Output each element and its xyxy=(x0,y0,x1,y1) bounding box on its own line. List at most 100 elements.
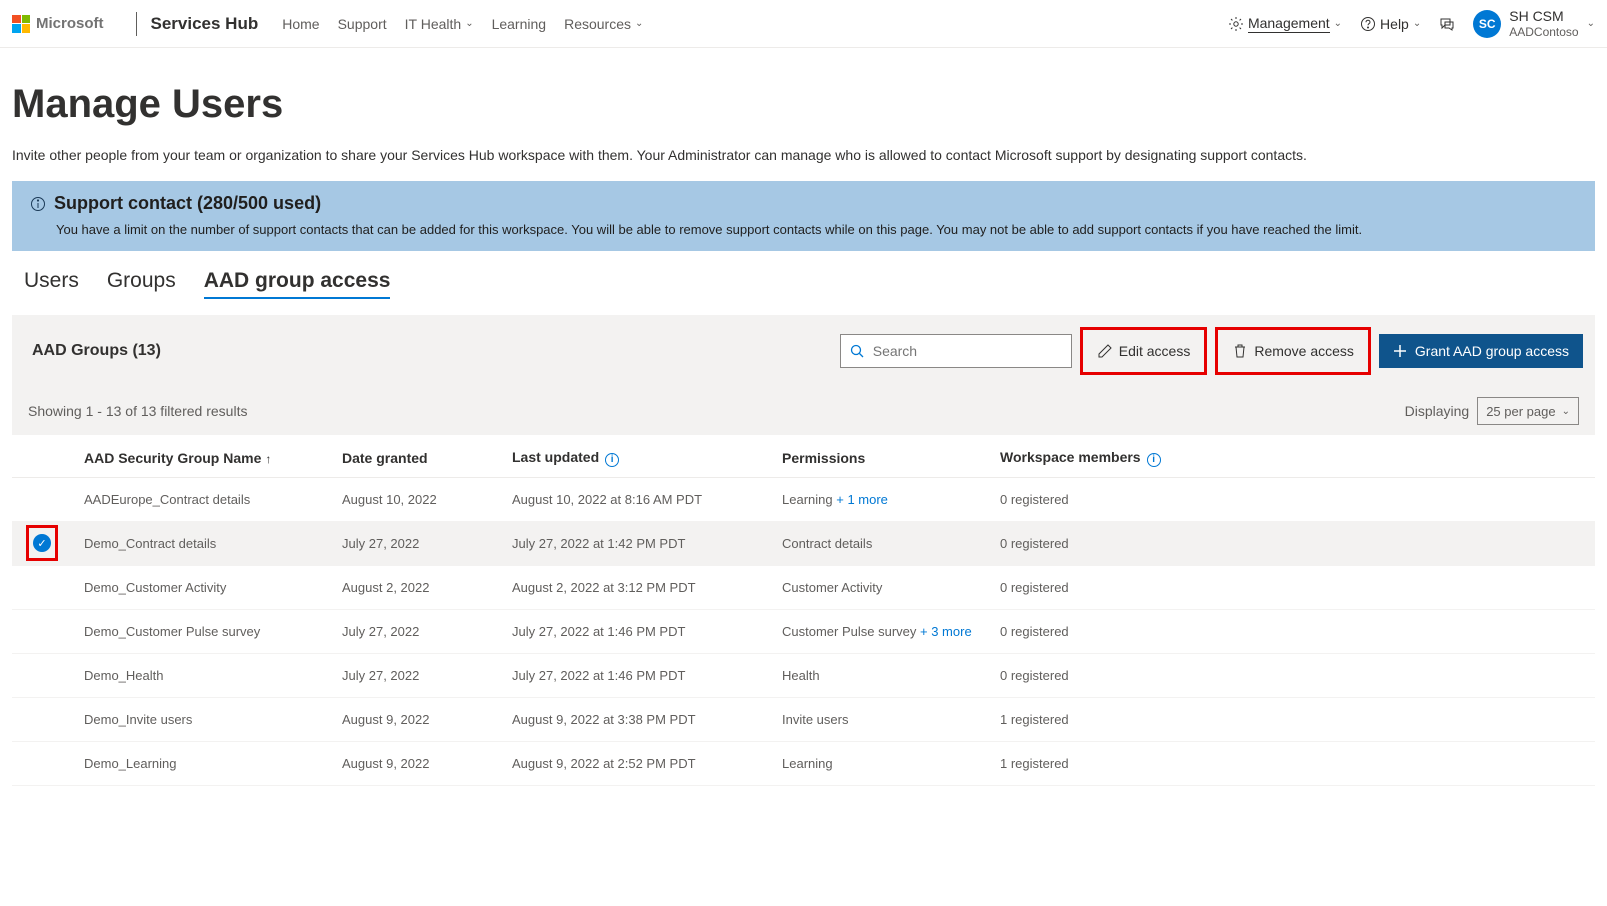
cell-date: July 27, 2022 xyxy=(342,624,512,639)
grant-access-button[interactable]: Grant AAD group access xyxy=(1379,334,1583,368)
info-icon[interactable]: i xyxy=(1147,453,1161,467)
nav-home[interactable]: Home xyxy=(282,16,319,32)
edit-access-label: Edit access xyxy=(1119,343,1191,359)
chevron-down-icon: ⌄ xyxy=(1587,18,1595,29)
user-text: SH CSM AADContoso xyxy=(1509,8,1578,39)
cell-name: Demo_Customer Activity xyxy=(72,580,342,595)
cell-permissions: Customer Activity xyxy=(782,580,1000,595)
chevron-down-icon: ⌄ xyxy=(465,18,473,29)
banner-body: You have a limit on the number of suppor… xyxy=(56,222,1577,237)
cell-permissions: Contract details xyxy=(782,536,1000,551)
management-menu[interactable]: Management ⌄ xyxy=(1228,15,1342,33)
col-permissions-label: Permissions xyxy=(782,450,865,466)
table-row[interactable]: ✓ Demo_Contract detailsJuly 27, 2022July … xyxy=(12,522,1595,566)
cell-date: August 9, 2022 xyxy=(342,712,512,727)
cell-permissions: Customer Pulse survey + 3 more xyxy=(782,624,1000,639)
help-icon xyxy=(1360,16,1376,32)
col-date[interactable]: Date granted xyxy=(342,450,512,466)
app-header: Microsoft Services Hub Home Support IT H… xyxy=(0,0,1607,48)
cell-name: AADEurope_Contract details xyxy=(72,492,342,507)
cell-members: 0 registered xyxy=(1000,492,1220,507)
info-icon[interactable]: i xyxy=(605,453,619,467)
table-row[interactable]: Demo_Customer ActivityAugust 2, 2022Augu… xyxy=(12,566,1595,610)
tab-groups[interactable]: Groups xyxy=(107,269,176,299)
cell-date: July 27, 2022 xyxy=(342,536,512,551)
cell-date: August 2, 2022 xyxy=(342,580,512,595)
user-menu[interactable]: SC SH CSM AADContoso ⌄ xyxy=(1473,8,1595,39)
remove-access-label: Remove access xyxy=(1254,343,1354,359)
cell-permissions: Health xyxy=(782,668,1000,683)
tab-users[interactable]: Users xyxy=(24,269,79,299)
nav-it-health[interactable]: IT Health⌄ xyxy=(405,16,474,32)
user-name: SH CSM xyxy=(1509,8,1578,25)
more-permissions-link[interactable]: + 3 more xyxy=(920,624,972,639)
table-row[interactable]: AADEurope_Contract details August 10, 202… xyxy=(12,478,1595,522)
plus-icon xyxy=(1393,344,1407,358)
tab-aad-group-access[interactable]: AAD group access xyxy=(204,269,391,299)
toolbar: AAD Groups (13) Edit access Remove acces… xyxy=(12,315,1595,387)
remove-access-button[interactable]: Remove access xyxy=(1222,334,1364,368)
cell-updated: August 10, 2022 at 8:16 AM PDT xyxy=(512,492,782,507)
tab-bar: Users Groups AAD group access xyxy=(24,269,1595,299)
user-org: AADContoso xyxy=(1509,25,1578,39)
cell-permissions: Invite users xyxy=(782,712,1000,727)
chevron-down-icon: ⌄ xyxy=(1413,18,1421,29)
groups-table: AAD Security Group Name↑ Date granted La… xyxy=(12,435,1595,786)
cell-date: July 27, 2022 xyxy=(342,668,512,683)
col-date-label: Date granted xyxy=(342,450,428,466)
table-row[interactable]: Demo_HealthJuly 27, 2022July 27, 2022 at… xyxy=(12,654,1595,698)
product-brand[interactable]: Services Hub xyxy=(151,14,259,34)
cell-members: 1 registered xyxy=(1000,712,1220,727)
more-permissions-link[interactable]: + 1 more xyxy=(836,492,888,507)
search-icon xyxy=(849,343,865,359)
primary-nav: Home Support IT Health⌄ Learning Resourc… xyxy=(282,16,643,32)
edit-access-button[interactable]: Edit access xyxy=(1087,334,1201,368)
row-select-cell[interactable]: ✓ xyxy=(12,525,72,561)
highlight-row-select: ✓ xyxy=(26,525,58,561)
chat-icon[interactable] xyxy=(1439,16,1455,32)
table-row[interactable]: Demo_Customer Pulse surveyJuly 27, 2022J… xyxy=(12,610,1595,654)
col-permissions[interactable]: Permissions xyxy=(782,450,1000,466)
group-count-heading: AAD Groups (13) xyxy=(24,342,832,360)
cell-updated: July 27, 2022 at 1:42 PM PDT xyxy=(512,536,782,551)
nav-resources-label: Resources xyxy=(564,16,631,32)
cell-members: 0 registered xyxy=(1000,668,1220,683)
table-row[interactable]: Demo_Invite usersAugust 9, 2022August 9,… xyxy=(12,698,1595,742)
cell-name: Demo_Customer Pulse survey xyxy=(72,624,342,639)
microsoft-logo[interactable]: Microsoft xyxy=(12,15,122,33)
results-text: Showing 1 - 13 of 13 filtered results xyxy=(28,403,247,419)
management-label: Management xyxy=(1248,15,1330,33)
header-right: Management ⌄ Help ⌄ SC SH CSM AADContoso… xyxy=(1228,8,1595,39)
highlight-remove-access: Remove access xyxy=(1215,327,1371,375)
header-divider xyxy=(136,12,137,36)
col-updated[interactable]: Last updated i xyxy=(512,449,782,467)
table-row[interactable]: Demo_LearningAugust 9, 2022August 9, 202… xyxy=(12,742,1595,786)
nav-support[interactable]: Support xyxy=(338,16,387,32)
col-updated-label: Last updated xyxy=(512,449,599,465)
help-menu[interactable]: Help ⌄ xyxy=(1360,16,1421,32)
cell-name: Demo_Invite users xyxy=(72,712,342,727)
col-name[interactable]: AAD Security Group Name↑ xyxy=(72,450,342,466)
cell-updated: July 27, 2022 at 1:46 PM PDT xyxy=(512,668,782,683)
nav-resources[interactable]: Resources⌄ xyxy=(564,16,643,32)
cell-permissions: Learning xyxy=(782,756,1000,771)
col-name-label: AAD Security Group Name xyxy=(84,450,261,466)
cell-name: Demo_Learning xyxy=(72,756,342,771)
cell-name: Demo_Contract details xyxy=(72,536,342,551)
cell-permissions: Learning + 1 more xyxy=(782,492,1000,507)
search-box[interactable] xyxy=(840,334,1072,368)
support-contact-banner: Support contact (280/500 used) You have … xyxy=(12,181,1595,251)
displaying-label: Displaying xyxy=(1405,403,1470,419)
cell-updated: July 27, 2022 at 1:46 PM PDT xyxy=(512,624,782,639)
chevron-down-icon: ⌄ xyxy=(1334,18,1342,29)
col-members[interactable]: Workspace members i xyxy=(1000,449,1220,467)
col-members-label: Workspace members xyxy=(1000,449,1141,465)
gear-icon xyxy=(1228,16,1244,32)
cell-updated: August 9, 2022 at 2:52 PM PDT xyxy=(512,756,782,771)
cell-members: 0 registered xyxy=(1000,624,1220,639)
per-page-select[interactable]: 25 per page ⌄ xyxy=(1477,397,1579,425)
nav-learning[interactable]: Learning xyxy=(492,16,547,32)
cell-name: Demo_Health xyxy=(72,668,342,683)
search-input[interactable] xyxy=(871,342,1063,360)
cell-members: 0 registered xyxy=(1000,536,1220,551)
